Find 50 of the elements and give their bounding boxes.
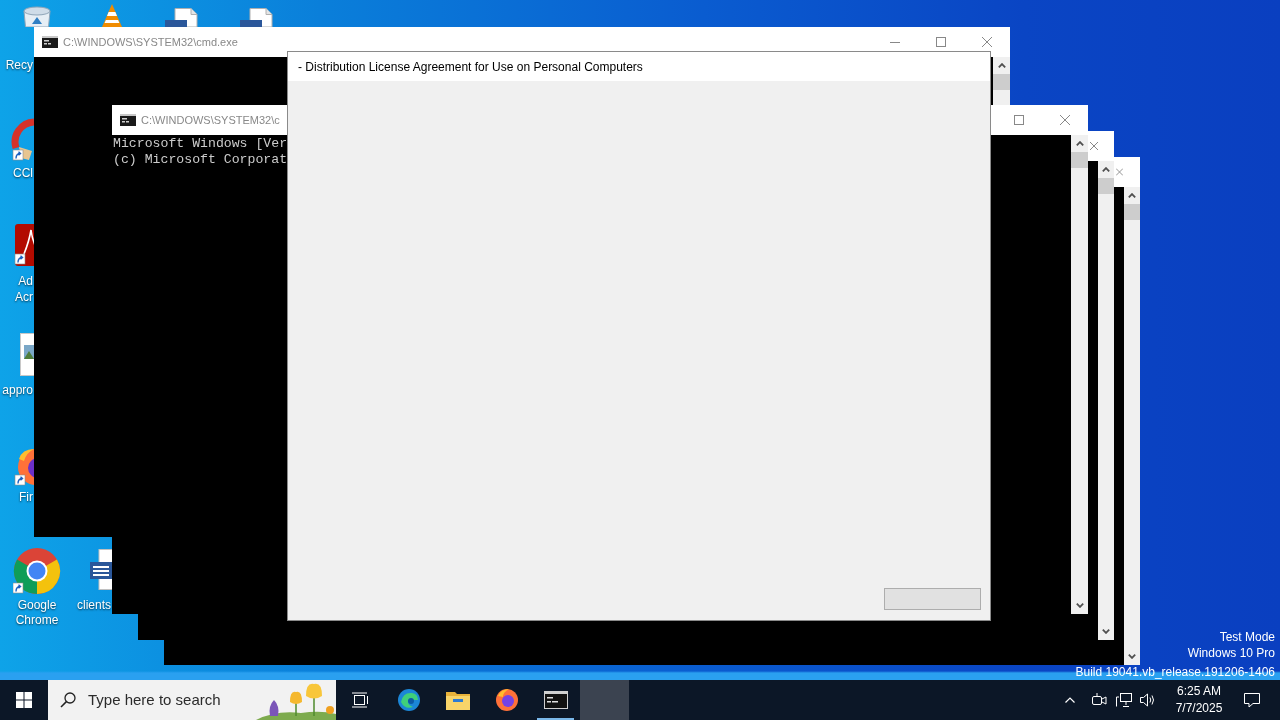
scrollbar[interactable] — [993, 57, 1010, 105]
maximize-icon — [936, 37, 946, 47]
scrollbar[interactable] — [1071, 135, 1088, 614]
search-icon — [60, 692, 76, 708]
terminal-icon — [42, 36, 58, 48]
scrollbar-thumb[interactable] — [1098, 178, 1114, 194]
desktop-icon-label[interactable]: appro — [0, 383, 33, 398]
scrollbar-thumb[interactable] — [1124, 204, 1140, 220]
console-line: Microsoft Windows [Ver — [113, 136, 288, 152]
dialog-title: - Distribution License Agreement for Use on Personal Computers — [298, 58, 643, 76]
running-indicator — [537, 718, 574, 720]
network-icon[interactable] — [1116, 693, 1132, 707]
close-icon — [982, 37, 992, 47]
minimize-icon — [890, 41, 900, 43]
scrollbar[interactable] — [1098, 161, 1114, 640]
document-app-icon[interactable] — [14, 224, 34, 266]
start-icon — [16, 692, 32, 708]
video-camera-icon[interactable] — [1092, 693, 1107, 707]
folder-icon — [445, 690, 470, 710]
desktop-info-text: Windows 10 Pro — [1187, 646, 1275, 660]
chevron-up-icon[interactable] — [1065, 697, 1075, 703]
maximize-icon — [1014, 115, 1024, 125]
scrollbar[interactable] — [1124, 187, 1140, 665]
console-line: (c) Microsoft Corporat — [113, 152, 288, 168]
terminal-icon — [543, 691, 568, 709]
terminal-icon — [120, 114, 136, 126]
desktop-icon-label[interactable]: Ad Acr — [0, 273, 33, 305]
speech-bubble-icon — [1244, 692, 1260, 708]
image-file-icon[interactable] — [20, 333, 34, 376]
speaker-icon[interactable] — [1140, 693, 1156, 707]
browser-icon — [396, 688, 421, 712]
search-bar[interactable]: Type here to search — [48, 680, 336, 720]
dialog-title-bar[interactable]: - Distribution License Agreement for Use on Personal Computers — [288, 52, 990, 81]
search-field[interactable]: Type here to search — [88, 688, 248, 712]
window-title: C:\WINDOWS\SYSTEM32\c — [141, 112, 280, 128]
browser-icon — [494, 688, 519, 712]
window-title: C:\WINDOWS\SYSTEM32\cmd.exe — [63, 34, 238, 50]
scrollbar-thumb[interactable] — [1071, 152, 1088, 168]
close-icon[interactable] — [1090, 142, 1098, 150]
scrollbar-thumb[interactable] — [993, 74, 1010, 90]
close-icon — [1060, 115, 1070, 125]
task-view-icon — [351, 692, 369, 708]
browser-icon[interactable] — [13, 547, 61, 595]
traffic-cone-icon[interactable] — [100, 4, 124, 27]
desktop-icon-label[interactable]: CCl — [0, 166, 33, 181]
desktop-icon-label[interactable]: Recy — [0, 58, 33, 73]
desktop-info-text: Test Mode — [1219, 630, 1275, 644]
desktop-icon-label[interactable]: Fir — [0, 490, 33, 505]
taskbar-clock[interactable]: 6:25 AM 7/7/2025 — [1168, 680, 1230, 720]
desktop-info-text: Build 19041.vb_release.191206-1406 — [1075, 665, 1275, 679]
